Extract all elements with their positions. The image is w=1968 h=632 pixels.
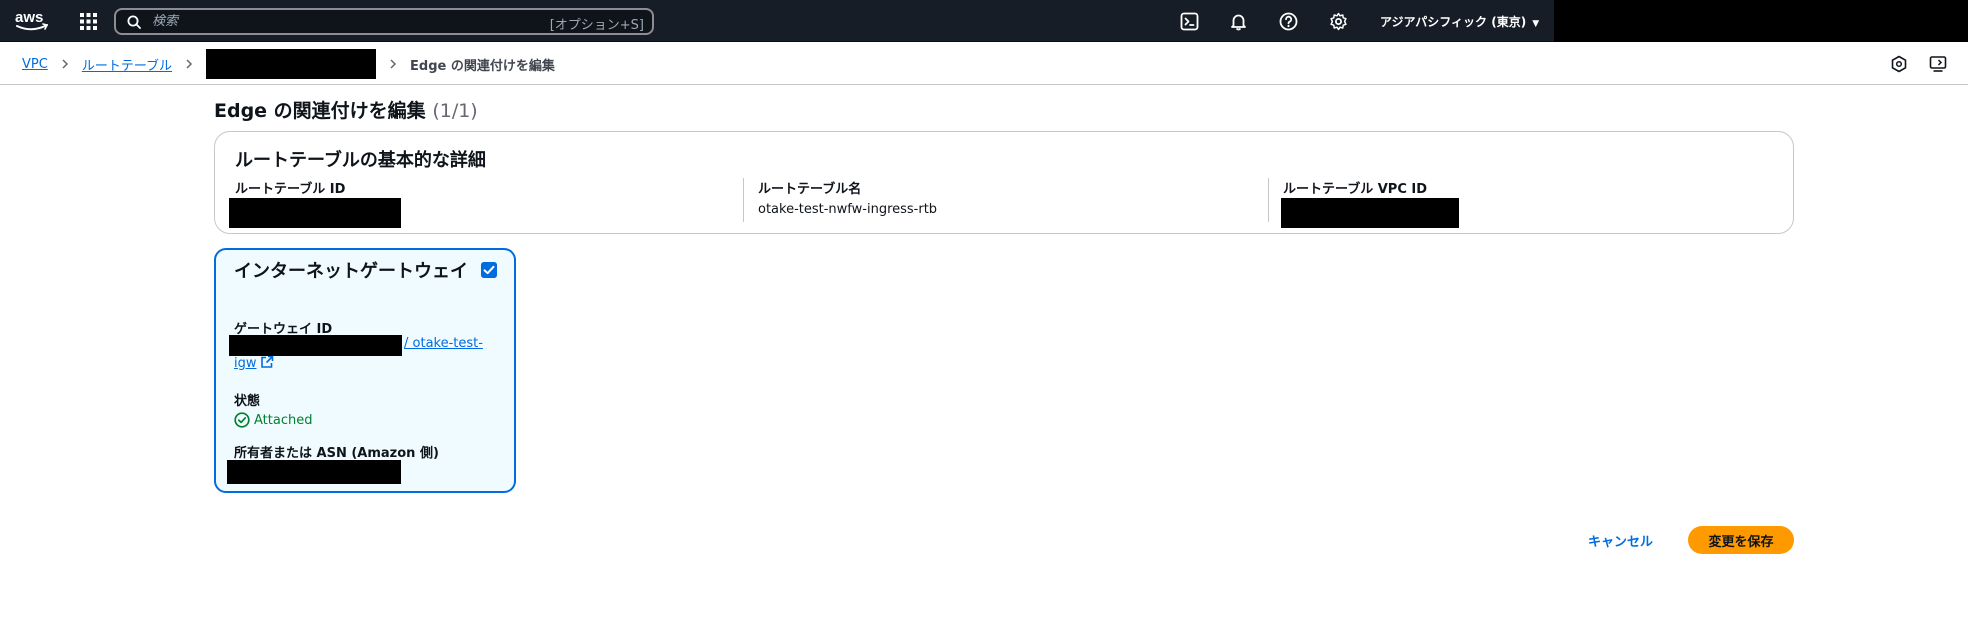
breadcrumb-link-route-tables[interactable]: ルートテーブル <box>82 55 172 74</box>
route-table-id-field: ルートテーブル ID <box>229 178 729 228</box>
status-value: Attached <box>254 412 313 428</box>
selection-counter: (1/1) <box>432 100 478 122</box>
help-icon[interactable] <box>1279 12 1298 31</box>
page-title-text: Edge の関連付けを編集 <box>214 100 426 122</box>
success-check-icon <box>234 412 250 428</box>
details-heading: ルートテーブルの基本的な詳細 <box>235 150 486 171</box>
igw-title: インターネットゲートウェイ <box>234 261 468 282</box>
route-table-id-label: ルートテーブル ID <box>235 182 346 197</box>
top-navigation: aws [オプション+S] アジアパシフィック (東 <box>0 0 1968 42</box>
external-link-icon[interactable] <box>260 355 274 369</box>
breadcrumb-link-vpc[interactable]: VPC <box>22 57 48 72</box>
apps-grid-icon[interactable] <box>80 13 97 30</box>
route-table-vpc-id-redacted[interactable] <box>1281 198 1459 228</box>
search-box[interactable]: [オプション+S] <box>114 8 654 35</box>
gateway-id-redacted <box>229 335 402 356</box>
breadcrumb-current: Edge の関連付けを編集 <box>410 58 555 74</box>
breadcrumb: VPC ルートテーブル Edge の関連付けを編集 <box>22 43 555 85</box>
route-table-vpc-id-label: ルートテーブル VPC ID <box>1283 182 1428 197</box>
status-label: 状態 <box>234 394 261 409</box>
search-input[interactable] <box>152 12 512 31</box>
breadcrumb-bar: VPC ルートテーブル Edge の関連付けを編集 <box>0 43 1968 85</box>
page-title: Edge の関連付けを編集 (1/1) <box>214 96 478 123</box>
owner-label: 所有者または ASN (Amazon 側) <box>234 446 439 461</box>
status-indicator: Attached <box>234 412 312 428</box>
save-changes-button[interactable]: 変更を保存 <box>1688 526 1794 554</box>
breadcrumb-link-route-table-redacted[interactable] <box>206 49 377 79</box>
cancel-button[interactable]: キャンセル <box>1582 526 1659 554</box>
search-shortcut-hint: [オプション+S] <box>549 18 644 33</box>
route-table-name-value: otake-test-nwfw-ingress-rtb <box>758 202 938 217</box>
feedback-hexagon-icon[interactable] <box>1890 55 1908 73</box>
igw-checkbox[interactable] <box>481 262 497 278</box>
chevron-right-icon <box>390 59 397 69</box>
bell-icon[interactable] <box>1229 12 1248 31</box>
owner-value-redacted <box>227 460 401 484</box>
region-label: アジアパシフィック (東京) <box>1380 15 1527 29</box>
tutorial-panel-icon[interactable] <box>1929 55 1947 73</box>
route-table-name-label: ルートテーブル名 <box>758 182 862 197</box>
region-selector[interactable]: アジアパシフィック (東京) ▼ <box>1380 13 1539 30</box>
route-table-details-panel: ルートテーブルの基本的な詳細 ルートテーブル ID ルートテーブル名 otake… <box>214 131 1794 234</box>
aws-logo[interactable]: aws <box>14 8 50 34</box>
account-menu-redacted[interactable] <box>1554 0 1968 42</box>
cloudshell-icon[interactable] <box>1180 12 1199 31</box>
chevron-right-icon <box>186 59 193 69</box>
search-icon <box>127 15 141 29</box>
route-table-id-redacted <box>229 198 401 228</box>
gear-icon[interactable] <box>1329 12 1348 31</box>
internet-gateway-tile[interactable]: インターネットゲートウェイ ゲートウェイ ID / otake-test-igw… <box>214 248 516 493</box>
caret-down-icon: ▼ <box>1532 19 1540 29</box>
route-table-name-field: ルートテーブル名 otake-test-nwfw-ingress-rtb <box>743 178 1268 222</box>
chevron-right-icon <box>62 59 68 69</box>
route-table-vpc-id-field: ルートテーブル VPC ID <box>1268 178 1768 228</box>
aws-logo-text: aws <box>15 9 43 26</box>
